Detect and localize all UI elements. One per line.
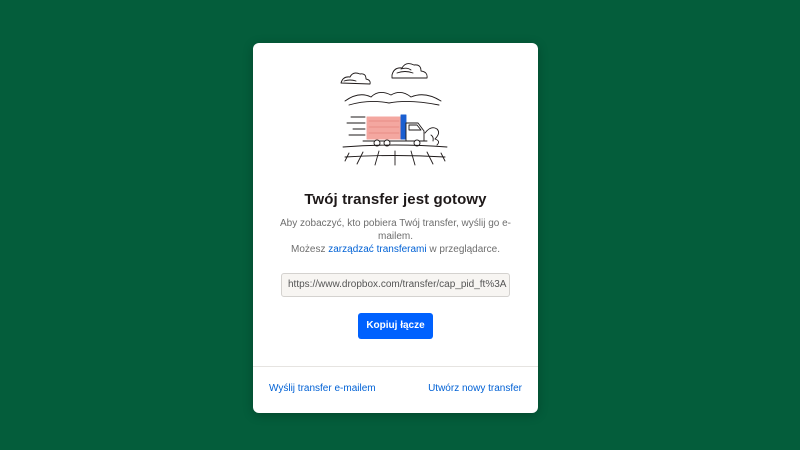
dialog-title: Twój transfer jest gotowy [304,191,487,208]
email-transfer-link[interactable]: Wyślij transfer e-mailem [269,383,376,394]
new-transfer-link[interactable]: Utwórz nowy transfer [428,383,522,394]
description-prefix: Możesz [291,244,329,255]
divider [253,366,538,367]
manage-transfers-link[interactable]: zarządzać transferami [328,244,426,255]
description-suffix: w przeglądarce. [426,244,500,255]
dialog-description: Aby zobaczyć, kto pobiera Twój transfer,… [279,217,512,256]
transfer-url-field[interactable]: https://www.dropbox.com/transfer/cap_pid… [281,273,510,297]
description-manage-line: Możesz zarządzać transferami w przegląda… [279,243,512,256]
copy-link-button[interactable]: Kopiuj łącze [358,313,433,339]
transfer-ready-dialog: Twój transfer jest gotowy Aby zobaczyć, … [253,43,538,413]
description-line: Aby zobaczyć, kto pobiera Twój transfer,… [279,218,512,242]
delivery-truck-illustration [340,63,448,166]
